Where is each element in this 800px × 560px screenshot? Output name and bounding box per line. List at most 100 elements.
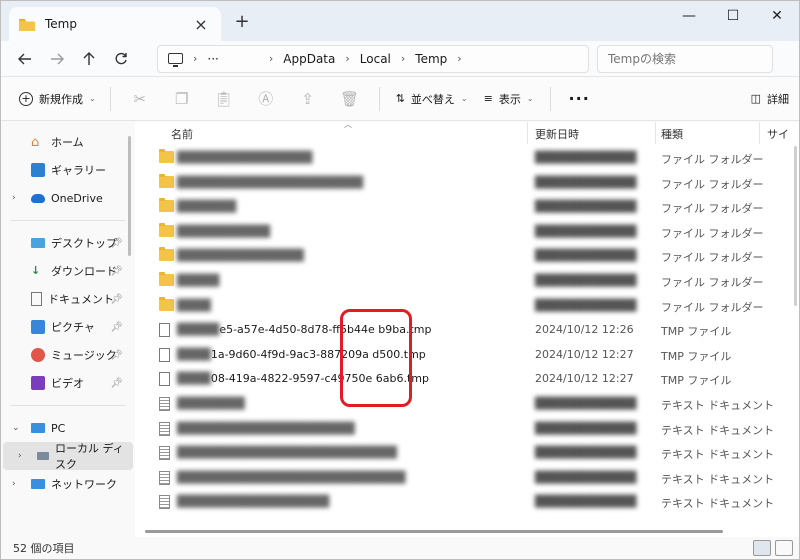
more-options-button[interactable]: ··· <box>559 89 600 108</box>
breadcrumb-ellipsis[interactable]: ··· <box>207 52 218 66</box>
chevron-right-icon[interactable]: › <box>12 193 16 203</box>
back-button[interactable] <box>9 45 41 73</box>
network-icon <box>31 479 45 489</box>
search-box[interactable] <box>597 44 773 73</box>
share-button[interactable]: ⇪ <box>287 84 329 114</box>
sidebar-item-label: ピクチャ <box>51 321 95 334</box>
sidebar-item-network[interactable]: › ネットワーク <box>1 470 135 498</box>
file-type: ファイル フォルダー <box>661 202 764 216</box>
list-item[interactable]: ██████████████████████ ████████████ ファイル フ… <box>135 170 799 195</box>
view-list-icon: ≡ <box>483 92 493 105</box>
list-item[interactable]: ██████████████████ ████████████ テキスト ドキュメン… <box>135 489 799 514</box>
close-button[interactable]: ✕ <box>755 1 799 31</box>
sidebar-item-music[interactable]: ミュージック 📌︎ <box>1 341 135 369</box>
list-item[interactable]: ████████ ████████████ テキスト ドキュメント <box>135 391 799 416</box>
list-item[interactable]: ████08-419a-4822-9597-c49750e 6ab6.tmp 20… <box>135 366 799 391</box>
horizontal-scrollbar[interactable] <box>145 530 723 533</box>
column-header-type[interactable]: 種類 <box>661 126 683 142</box>
list-item[interactable]: ████ ████████████ ファイル フォルダー <box>135 293 799 318</box>
sidebar-item-label: ローカル ディスク <box>55 442 124 471</box>
window-controls: — ☐ ✕ <box>667 1 799 31</box>
file-name: ███████ <box>177 200 237 214</box>
refresh-icon <box>115 52 127 64</box>
maximize-button[interactable]: ☐ <box>711 1 755 31</box>
details-view-icon[interactable] <box>753 540 771 556</box>
download-icon: ↓ <box>31 264 41 277</box>
tiles-view-icon[interactable] <box>775 540 793 556</box>
file-type: ファイル フォルダー <box>661 300 764 314</box>
sidebar-item-local-disk[interactable]: › ローカル ディスク <box>3 442 133 471</box>
file-date: ████████████ <box>535 446 637 460</box>
chevron-right-icon: › <box>457 52 462 65</box>
list-item[interactable]: ███████ ████████████ ファイル フォルダー <box>135 194 799 219</box>
new-button[interactable]: + 新規作成 ⌄ <box>13 84 102 114</box>
minimize-button[interactable]: — <box>667 1 711 31</box>
sidebar-item-pictures[interactable]: ピクチャ 📌︎ <box>1 313 135 341</box>
list-item[interactable]: ████████████████ ████████████ ファイル フォルダー <box>135 145 799 170</box>
chevron-down-icon: ⌄ <box>89 94 96 103</box>
breadcrumb[interactable]: › ··· › AppData › Local › Temp › <box>157 44 589 73</box>
vertical-scrollbar[interactable] <box>794 146 797 306</box>
file-icon <box>159 323 170 338</box>
sidebar-item-videos[interactable]: ビデオ 📌︎ <box>1 369 135 397</box>
sidebar-scrollbar[interactable] <box>128 136 131 256</box>
computer-icon <box>31 423 45 433</box>
cut-button[interactable]: ✂ <box>119 84 161 114</box>
folder-icon <box>159 149 174 163</box>
sidebar-item-home[interactable]: ⌂ ホーム <box>1 128 135 156</box>
file-date: ████████████ <box>535 151 637 164</box>
file-name: ██████████████████████ <box>177 175 364 189</box>
list-item[interactable]: █████e5-a57e-4d50-8d78-ff5b44e b9ba.tmp 2… <box>135 317 799 342</box>
file-date: ████████████ <box>535 298 637 312</box>
file-date: ████████████ <box>535 273 637 287</box>
list-item[interactable]: █████ ████████████ ファイル フォルダー <box>135 268 799 293</box>
copy-button[interactable]: ❐ <box>161 84 203 114</box>
breadcrumb-temp[interactable]: Temp <box>415 52 447 66</box>
breadcrumb-appdata[interactable]: AppData <box>283 52 335 66</box>
sort-button[interactable]: ⇅ 並べ替え ⌄ <box>388 84 476 114</box>
list-item[interactable]: ███████████████████████████ ████████████ テ… <box>135 465 799 490</box>
sidebar-item-onedrive[interactable]: › OneDrive <box>1 184 135 212</box>
view-button[interactable]: ≡ 表示 ⌄ <box>476 84 542 114</box>
sidebar-item-downloads[interactable]: ↓ ダウンロード 📌︎ <box>1 257 135 285</box>
tab-temp[interactable]: Temp × <box>9 7 221 41</box>
column-header-date[interactable]: 更新日時 <box>535 126 579 142</box>
sidebar-item-gallery[interactable]: ギャラリー <box>1 156 135 184</box>
sidebar-item-label: PC <box>51 421 66 435</box>
file-date: ████████████ <box>535 495 637 509</box>
sidebar-item-desktop[interactable]: デスクトップ 📌︎ <box>1 229 135 257</box>
file-date: 2024/10/12 12:27 <box>535 372 634 386</box>
scissors-icon: ✂ <box>133 89 146 108</box>
close-tab-icon[interactable]: × <box>191 15 211 34</box>
delete-button[interactable]: 🗑︎ <box>329 84 371 114</box>
breadcrumb-local[interactable]: Local <box>360 52 391 66</box>
forward-button[interactable] <box>41 45 73 73</box>
list-item[interactable]: ███████████ ████████████ ファイル フォルダー <box>135 219 799 244</box>
new-tab-button[interactable]: + <box>231 11 253 32</box>
sidebar-item-pc[interactable]: ⌄ PC <box>1 414 135 442</box>
column-header-name[interactable]: 名前 <box>171 126 193 142</box>
refresh-button[interactable] <box>105 45 137 73</box>
paste-button[interactable]: 📋︎ <box>203 84 245 114</box>
cloud-icon <box>31 193 45 203</box>
chevron-down-icon[interactable]: ⌄ <box>12 423 20 433</box>
explorer-window: Temp × + — ☐ ✕ › ··· › AppData › Local ›… <box>0 0 800 560</box>
search-input[interactable] <box>608 51 762 66</box>
chevron-right-icon[interactable]: › <box>12 479 16 489</box>
list-item[interactable]: ████1a-9d60-4f9d-9ac3-887209a d500.tmp 20… <box>135 342 799 367</box>
list-item[interactable]: ██████████████████████████ ████████████ テキ… <box>135 440 799 465</box>
rename-icon: Ⓐ <box>258 90 274 108</box>
details-pane-button[interactable]: ◫ 詳細 <box>751 91 789 107</box>
rename-button[interactable]: Ⓐ <box>245 84 287 114</box>
sidebar-item-documents[interactable]: ドキュメント 📌︎ <box>1 285 135 313</box>
list-item[interactable]: █████████████████████ ████████████ テキスト ドキ… <box>135 416 799 441</box>
list-item[interactable]: ███████████████ ████████████ ファイル フォルダー <box>135 243 799 268</box>
clipboard-icon: 📋︎ <box>214 89 234 108</box>
folder-icon <box>159 247 174 262</box>
column-header-size[interactable]: サイ <box>767 126 789 142</box>
file-type: テキスト ドキュメント <box>661 497 775 511</box>
chevron-right-icon: › <box>400 52 406 65</box>
chevron-right-icon[interactable]: › <box>18 451 22 461</box>
up-button[interactable] <box>73 45 105 73</box>
file-date: ████████████ <box>535 396 637 410</box>
